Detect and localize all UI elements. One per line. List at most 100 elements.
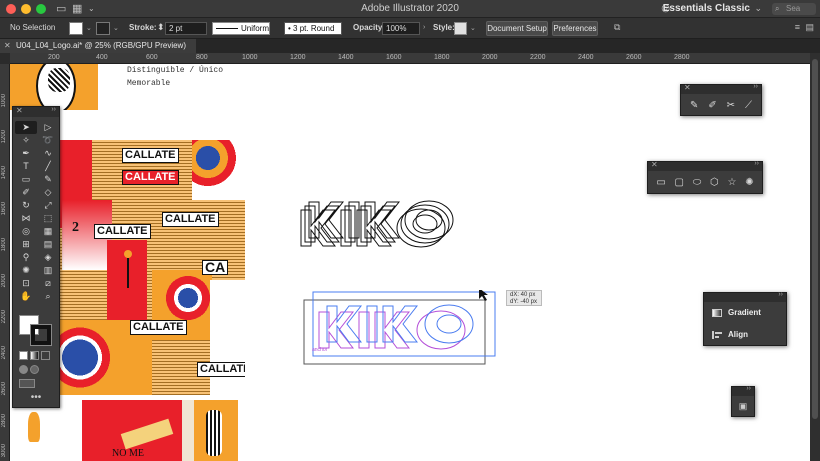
document-tab[interactable]: ✕ U04_L04_Logo.ai* @ 25% (RGB/GPU Previe… <box>0 39 196 53</box>
tools-panel-header[interactable]: ✕ ›› <box>13 106 59 117</box>
polygon-tool-icon[interactable]: ⬡ <box>710 177 719 188</box>
star-tool-icon[interactable]: ☆ <box>727 177 736 188</box>
draw-normal-icon[interactable] <box>19 365 28 374</box>
fill-dropdown-icon[interactable]: ⌄ <box>86 24 92 32</box>
expand-panel-icon[interactable]: ›› <box>746 385 751 392</box>
type-tool-icon[interactable]: T <box>15 160 37 173</box>
horizontal-ruler[interactable]: 200 400 600 800 1000 1200 1400 1600 1800… <box>10 53 810 64</box>
lasso-tool-icon[interactable]: ➰ <box>37 134 59 147</box>
stroke-stepper[interactable]: ⬍ <box>157 22 165 33</box>
screen-mode-icon[interactable] <box>19 379 35 388</box>
lollipop-stick <box>127 258 129 288</box>
color-mode-icon[interactable] <box>19 351 28 360</box>
panel-header[interactable]: ›› <box>704 291 786 302</box>
select-similar-icon[interactable]: ⧉ <box>614 22 620 33</box>
close-panel-icon[interactable]: ✕ <box>651 160 658 169</box>
workspace-chevron-icon[interactable]: ⌄ <box>754 3 762 14</box>
column-graph-tool-icon[interactable]: ▥ <box>37 264 59 277</box>
none-mode-icon[interactable] <box>41 351 50 360</box>
artboard-tool-icon[interactable]: ⊡ <box>15 277 37 290</box>
close-tab-icon[interactable]: ✕ <box>4 39 11 53</box>
gradient-mode-icon[interactable] <box>30 351 39 360</box>
close-panel-icon[interactable]: ✕ <box>684 83 691 92</box>
eyedropper-tool-icon[interactable]: ⚲ <box>15 251 37 264</box>
artboard-text-line-1[interactable]: Distinguible / Único <box>127 66 223 75</box>
artboard-canvas[interactable]: Distinguible / Único Memorable CALLATE C… <box>10 64 810 461</box>
align-panel-tab[interactable]: Align <box>704 324 786 346</box>
collage-artwork[interactable]: CALLATE CALLATE CALLATE CALLATE CALLATE … <box>32 140 245 395</box>
shaper-tool-icon[interactable]: ✐ <box>15 186 37 199</box>
style-dropdown-icon[interactable]: ⌄ <box>470 24 476 32</box>
panel-menu-icon[interactable]: ≡ <box>795 22 800 32</box>
variable-width-profile[interactable]: Uniform <box>212 22 270 35</box>
vertical-scrollbar[interactable] <box>810 53 820 461</box>
stroke-swatch[interactable] <box>96 22 110 35</box>
opacity-dropdown-icon[interactable]: › <box>423 24 425 31</box>
stroke-weight-field[interactable]: 2 pt <box>165 22 207 35</box>
draw-behind-icon[interactable] <box>30 365 39 374</box>
gradient-tool-icon[interactable]: ▤ <box>37 238 59 251</box>
collapse-panel-icon[interactable]: ›› <box>753 83 758 90</box>
panel-header[interactable]: ✕ ›› <box>648 160 762 171</box>
path-eraser-tool-icon[interactable]: ✂ <box>727 100 735 111</box>
ruler-tick: 3000 <box>1 444 7 458</box>
blend-tool-icon[interactable]: ◈ <box>37 251 59 264</box>
mesh-tool-icon[interactable]: ⊞ <box>15 238 37 251</box>
kiko-logo-selected[interactable] <box>303 290 503 370</box>
collapse-panel-icon[interactable]: ›› <box>51 106 56 113</box>
more-tools-icon[interactable]: ••• <box>13 392 59 403</box>
preferences-button[interactable]: Preferences <box>552 21 598 36</box>
poster-bottom-right[interactable]: NO ME <box>82 400 238 461</box>
eraser-tool-icon[interactable]: ◇ <box>37 186 59 199</box>
panel-header[interactable]: ›› <box>732 385 754 396</box>
rectangle-tool-icon[interactable]: ▭ <box>656 177 665 188</box>
fill-swatch[interactable] <box>69 22 83 35</box>
pencil-tool-icon[interactable]: ✎ <box>690 100 698 111</box>
artboards-icon[interactable]: ▣ <box>732 396 754 416</box>
smooth-tool-icon[interactable]: ✐ <box>708 100 716 111</box>
direct-selection-tool-icon[interactable]: ▷ <box>37 121 59 134</box>
width-tool-icon[interactable]: ⋈ <box>15 212 37 225</box>
poster-bottom-left[interactable] <box>10 400 80 461</box>
document-setup-button[interactable]: Document Setup <box>486 21 548 36</box>
kiko-logo-outline[interactable] <box>297 188 497 258</box>
flare-tool-icon[interactable]: ✺ <box>745 177 753 188</box>
panel-header[interactable]: ✕ ›› <box>681 83 761 94</box>
curvature-tool-icon[interactable]: ∿ <box>37 147 59 160</box>
workspace-switcher[interactable]: Essentials Classic <box>663 3 750 14</box>
rotate-tool-icon[interactable]: ↻ <box>15 199 37 212</box>
stroke-color-box[interactable] <box>30 324 52 346</box>
selection-tool-icon[interactable]: ➤ <box>15 121 37 134</box>
pen-tool-icon[interactable]: ✒ <box>15 147 37 160</box>
free-transform-tool-icon[interactable]: ⬚ <box>37 212 59 225</box>
symbol-sprayer-tool-icon[interactable]: ✺ <box>15 264 37 277</box>
scrollbar-thumb[interactable] <box>812 59 818 419</box>
graphic-style-swatch[interactable] <box>454 22 467 35</box>
paintbrush-tool-icon[interactable]: ✎ <box>37 173 59 186</box>
magic-wand-tool-icon[interactable]: ✧ <box>15 134 37 147</box>
rounded-rectangle-tool-icon[interactable]: ▢ <box>675 177 684 188</box>
line-tool-icon[interactable]: ╱ <box>37 160 59 173</box>
ellipse-tool-icon[interactable]: ⬭ <box>693 177 702 188</box>
opacity-field[interactable]: 100% <box>382 22 420 35</box>
collapse-panel-icon[interactable]: ›› <box>778 291 783 298</box>
artboard-text-line-2[interactable]: Memorable <box>127 79 170 88</box>
slice-tool-icon[interactable]: ⧄ <box>37 277 59 290</box>
zoom-tool-icon[interactable]: ⌕ <box>37 290 59 303</box>
shape-builder-tool-icon[interactable]: ◎ <box>15 225 37 238</box>
hand-tool-icon[interactable]: ✋ <box>15 290 37 303</box>
rectangle-tool-icon[interactable]: ▭ <box>15 173 37 186</box>
fill-stroke-control[interactable] <box>19 315 55 347</box>
poster-top-fragment[interactable] <box>10 64 98 110</box>
arrange-panels-icon[interactable]: ▤ <box>805 22 814 33</box>
brush-definition[interactable]: • 3 pt. Round <box>284 22 342 35</box>
stroke-dropdown-icon[interactable]: ⌄ <box>113 24 119 32</box>
close-panel-icon[interactable]: ✕ <box>16 106 23 115</box>
gradient-panel-tab[interactable]: Gradient <box>704 302 786 324</box>
scale-tool-icon[interactable]: ⤢ <box>37 199 59 212</box>
collapse-panel-icon[interactable]: ›› <box>754 160 759 167</box>
search-input[interactable]: ⌕ Sea <box>772 3 816 15</box>
vertical-ruler[interactable]: 1000 1200 1400 1600 1800 2000 2200 2400 … <box>0 64 10 461</box>
perspective-grid-tool-icon[interactable]: ▦ <box>37 225 59 238</box>
join-tool-icon[interactable]: ⟋ <box>745 100 752 111</box>
